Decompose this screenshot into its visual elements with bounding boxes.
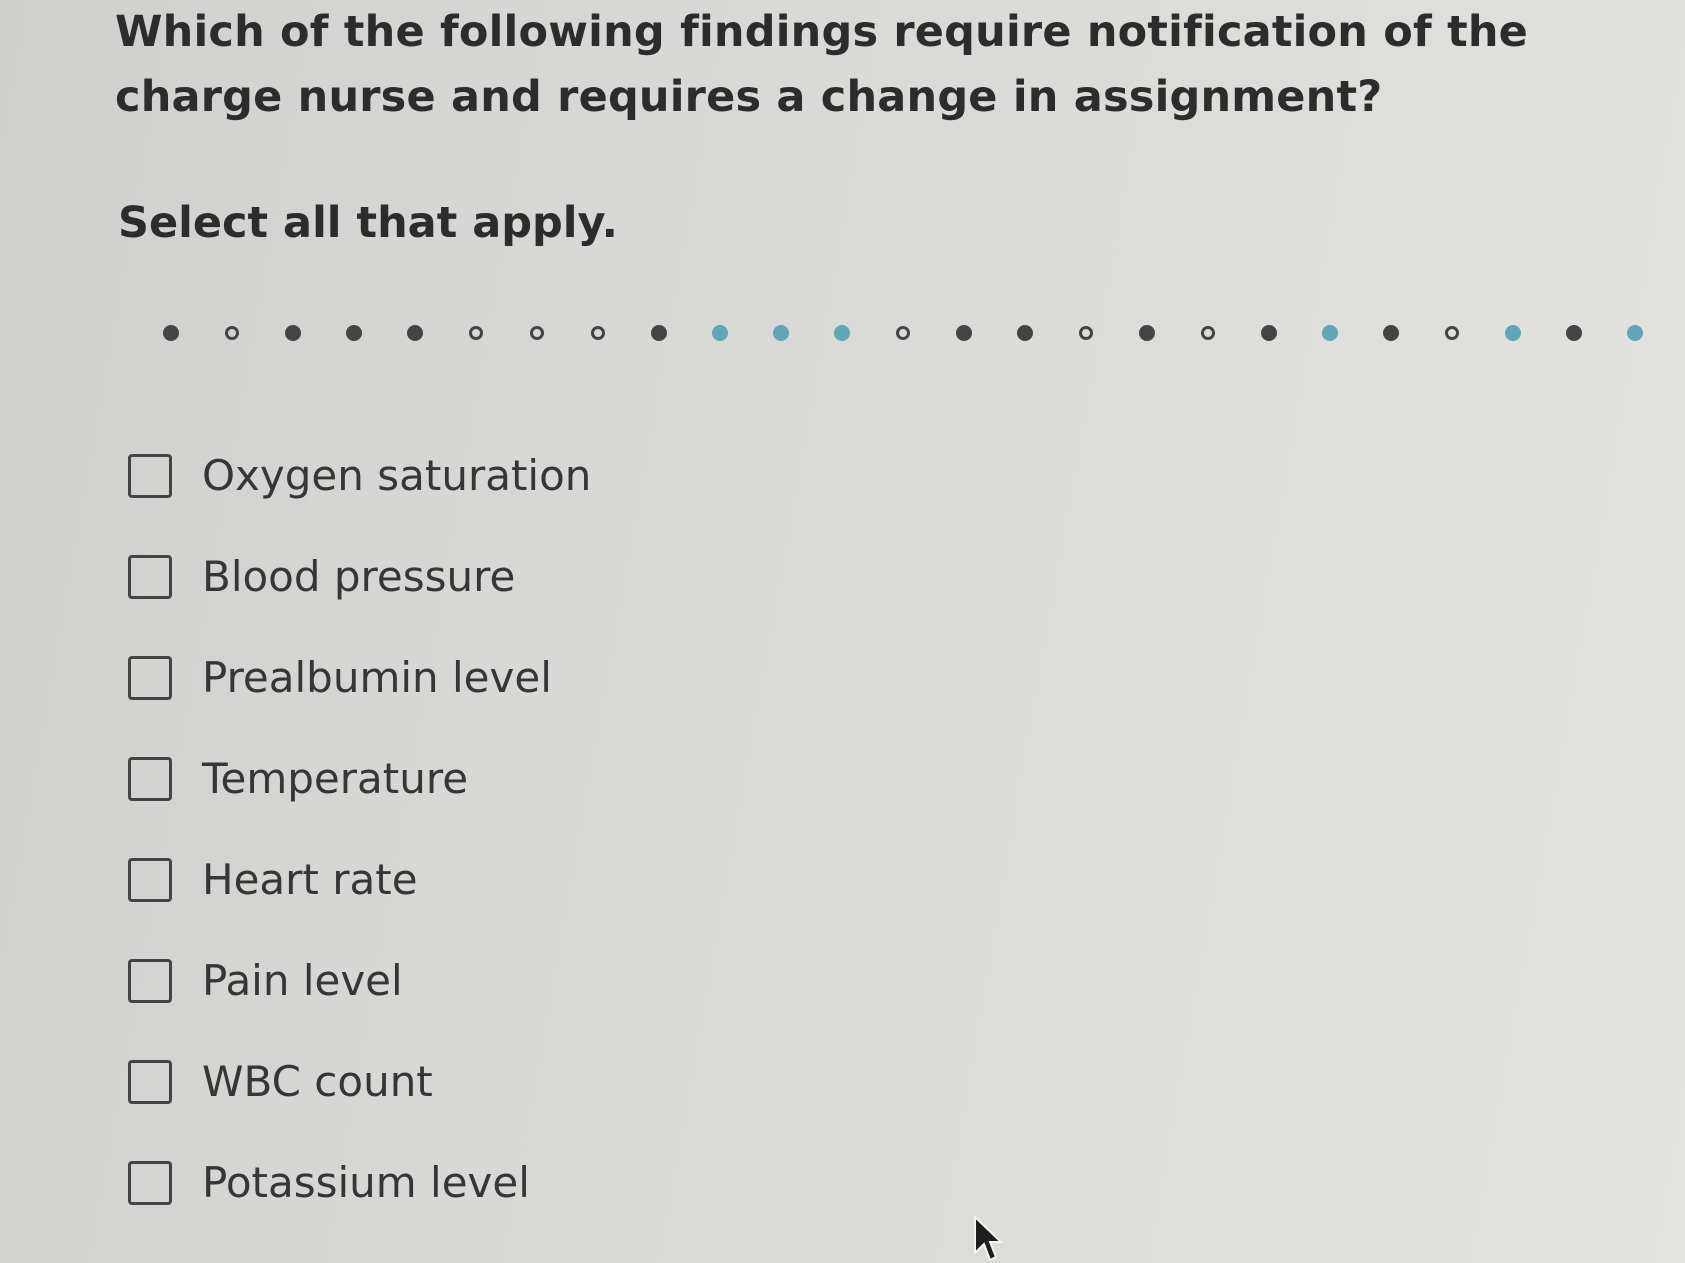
answer-options: Oxygen saturation Blood pressure Prealbu…	[128, 425, 591, 1233]
progress-dot-slot[interactable]	[811, 325, 872, 341]
checkbox[interactable]	[128, 857, 172, 902]
progress-dot-filled	[1016, 325, 1033, 341]
option-pain-level[interactable]: Pain level	[128, 930, 591, 1031]
progress-dot-slot[interactable]	[750, 325, 811, 341]
progress-dot-current	[1626, 325, 1643, 341]
progress-dot-current	[1504, 325, 1521, 341]
progress-dot-slot[interactable]	[140, 325, 201, 341]
question-progress-dots	[140, 318, 1685, 348]
progress-dot-slot[interactable]	[933, 325, 994, 341]
progress-dot-open	[468, 326, 483, 340]
progress-dot-filled	[406, 325, 423, 341]
progress-dot-slot[interactable]	[1604, 325, 1665, 341]
progress-dot-filled	[284, 325, 301, 341]
progress-dot-filled	[955, 325, 972, 341]
option-oxygen-saturation[interactable]: Oxygen saturation	[128, 425, 591, 526]
progress-dot-slot[interactable]	[445, 326, 506, 340]
option-label: Temperature	[202, 753, 469, 803]
progress-dot-slot[interactable]	[872, 326, 933, 340]
checkbox[interactable]	[128, 554, 172, 599]
option-heart-rate[interactable]: Heart rate	[128, 829, 591, 930]
progress-dot-slot[interactable]	[506, 326, 567, 340]
checkbox[interactable]	[128, 756, 172, 801]
progress-dot-filled	[1138, 325, 1155, 341]
option-label: Prealbumin level	[202, 652, 552, 702]
progress-dot-open	[1444, 326, 1459, 340]
progress-dot-current	[772, 325, 789, 341]
checkbox[interactable]	[128, 453, 172, 498]
question-text: Which of the following findings require …	[115, 7, 1529, 122]
option-wbc-count[interactable]: WBC count	[128, 1031, 591, 1132]
progress-dot-slot[interactable]	[628, 325, 689, 341]
progress-dot-slot[interactable]	[1299, 325, 1360, 341]
option-label: Oxygen saturation	[202, 450, 592, 500]
mouse-pointer-icon	[974, 1215, 1003, 1262]
progress-dot-slot[interactable]	[994, 325, 1055, 341]
progress-dot-current	[711, 325, 728, 341]
checkbox[interactable]	[128, 655, 172, 700]
progress-dot-slot[interactable]	[1177, 326, 1238, 340]
progress-dot-slot[interactable]	[1238, 325, 1299, 341]
progress-dot-open	[590, 326, 605, 340]
option-label: WBC count	[202, 1056, 433, 1106]
progress-dot-open	[1078, 326, 1093, 340]
progress-dot-slot[interactable]	[323, 325, 384, 341]
checkbox[interactable]	[128, 1160, 172, 1205]
option-label: Potassium level	[202, 1157, 530, 1207]
checkbox[interactable]	[128, 1059, 172, 1104]
progress-dot-open	[1200, 326, 1215, 340]
option-prealbumin-level[interactable]: Prealbumin level	[128, 627, 591, 728]
progress-dot-filled	[1260, 325, 1277, 341]
progress-dot-slot[interactable]	[689, 325, 750, 341]
progress-dot-slot[interactable]	[1055, 326, 1116, 340]
instruction-text: Select all that apply.	[118, 198, 618, 248]
progress-dot-current	[833, 325, 850, 341]
option-blood-pressure[interactable]: Blood pressure	[128, 526, 591, 627]
option-label: Blood pressure	[202, 551, 516, 601]
option-label: Pain level	[202, 955, 403, 1005]
progress-dot-open	[224, 326, 239, 340]
progress-dot-current	[1321, 325, 1338, 341]
progress-dot-filled	[1382, 325, 1399, 341]
progress-dot-slot[interactable]	[567, 326, 628, 340]
quiz-page: Which of the following findings require …	[0, 0, 1685, 1263]
progress-dot-filled	[345, 325, 362, 341]
progress-dot-open	[895, 326, 910, 340]
progress-dot-slot[interactable]	[1360, 325, 1421, 341]
checkbox[interactable]	[128, 958, 172, 1003]
progress-dot-slot[interactable]	[262, 325, 323, 341]
progress-dot-filled	[1565, 325, 1582, 341]
progress-dot-open	[529, 326, 544, 340]
progress-dot-slot[interactable]	[1482, 325, 1543, 341]
progress-dot-slot[interactable]	[1543, 325, 1604, 341]
option-label: Heart rate	[202, 854, 418, 904]
progress-dot-slot[interactable]	[201, 326, 262, 340]
progress-dot-slot[interactable]	[384, 325, 445, 341]
progress-dot-slot[interactable]	[1116, 325, 1177, 341]
progress-dot-filled	[162, 325, 179, 341]
option-potassium-level[interactable]: Potassium level	[128, 1132, 591, 1233]
progress-dot-slot[interactable]	[1421, 326, 1482, 340]
progress-dot-filled	[650, 325, 667, 341]
option-temperature[interactable]: Temperature	[128, 728, 591, 829]
